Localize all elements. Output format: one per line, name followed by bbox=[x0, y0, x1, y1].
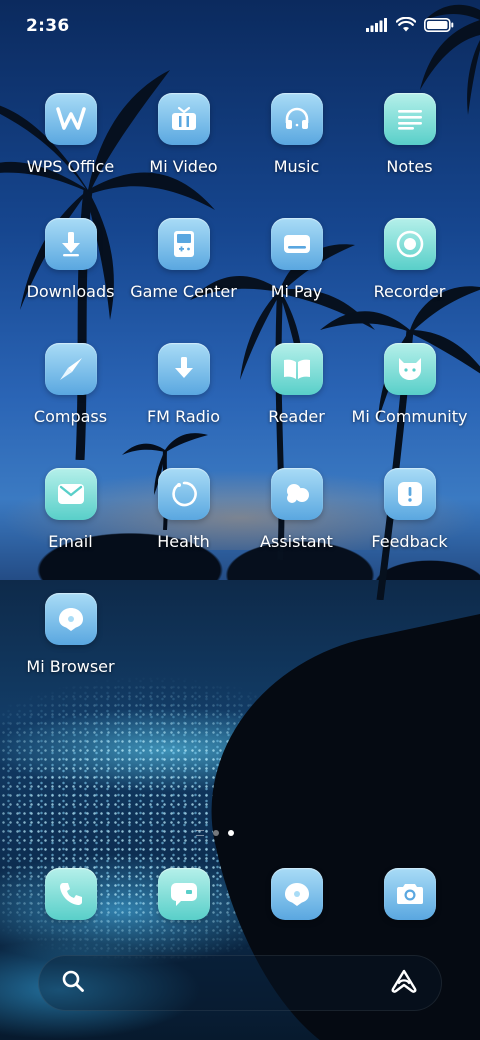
app-health[interactable]: Health bbox=[127, 468, 240, 568]
app-compass[interactable]: Compass bbox=[14, 343, 127, 443]
app-label: Mi Browser bbox=[26, 657, 115, 676]
app-wps-office[interactable]: WPS Office bbox=[14, 93, 127, 193]
camera-icon[interactable] bbox=[383, 868, 436, 920]
health-ring-icon[interactable] bbox=[157, 468, 210, 520]
page-indicator[interactable] bbox=[196, 830, 234, 836]
status-bar: 2:36 bbox=[0, 0, 480, 52]
app-label: Mi Pay bbox=[270, 282, 323, 301]
dock-camera[interactable] bbox=[353, 868, 466, 924]
community-icon[interactable] bbox=[383, 343, 436, 395]
app-grid: WPS Office Mi Video Music Notes Download… bbox=[0, 93, 480, 693]
app-label: Assistant bbox=[260, 532, 333, 551]
dock bbox=[0, 868, 480, 924]
status-icons bbox=[366, 16, 454, 36]
app-label: Game Center bbox=[130, 282, 237, 301]
browser-icon[interactable] bbox=[270, 868, 323, 920]
record-icon[interactable] bbox=[383, 218, 436, 270]
app-label: WPS Office bbox=[26, 157, 115, 176]
gamepad-icon[interactable] bbox=[157, 218, 210, 270]
dock-phone[interactable] bbox=[14, 868, 127, 924]
app-label: Email bbox=[48, 532, 93, 551]
app-label: Health bbox=[157, 532, 210, 551]
app-assistant[interactable]: Assistant bbox=[240, 468, 353, 568]
wps-office-icon[interactable] bbox=[44, 93, 97, 145]
mi-video-icon[interactable] bbox=[157, 93, 210, 145]
app-mi-browser[interactable]: Mi Browser bbox=[14, 593, 127, 693]
battery-icon bbox=[424, 17, 454, 36]
page-indicator-dot[interactable] bbox=[213, 830, 219, 836]
radio-icon[interactable] bbox=[157, 343, 210, 395]
page-indicator-dot-active[interactable] bbox=[228, 830, 234, 836]
app-reader[interactable]: Reader bbox=[240, 343, 353, 443]
app-mi-video[interactable]: Mi Video bbox=[127, 93, 240, 193]
status-time: 2:36 bbox=[26, 16, 70, 36]
phone-icon[interactable] bbox=[44, 868, 97, 920]
notes-icon[interactable] bbox=[383, 93, 436, 145]
app-label: Feedback bbox=[371, 532, 448, 551]
ai-assistant-icon[interactable] bbox=[389, 968, 419, 998]
envelope-icon[interactable] bbox=[44, 468, 97, 520]
app-notes[interactable]: Notes bbox=[353, 93, 466, 193]
app-downloads[interactable]: Downloads bbox=[14, 218, 127, 318]
app-game-center[interactable]: Game Center bbox=[127, 218, 240, 318]
app-label: Reader bbox=[268, 407, 325, 426]
dock-browser[interactable] bbox=[240, 868, 353, 924]
app-label: Notes bbox=[386, 157, 433, 176]
app-label: Music bbox=[273, 157, 320, 176]
compass-needle-icon[interactable] bbox=[44, 343, 97, 395]
page-indicator-feed[interactable] bbox=[196, 830, 204, 836]
app-label: Compass bbox=[33, 407, 108, 426]
book-icon[interactable] bbox=[270, 343, 323, 395]
card-icon[interactable] bbox=[270, 218, 323, 270]
app-music[interactable]: Music bbox=[240, 93, 353, 193]
app-email[interactable]: Email bbox=[14, 468, 127, 568]
wifi-icon bbox=[395, 16, 417, 36]
feedback-icon[interactable] bbox=[383, 468, 436, 520]
search-icon[interactable] bbox=[61, 969, 85, 997]
app-label: Recorder bbox=[373, 282, 446, 301]
app-mi-pay[interactable]: Mi Pay bbox=[240, 218, 353, 318]
dock-messaging[interactable] bbox=[127, 868, 240, 924]
headphones-icon[interactable] bbox=[270, 93, 323, 145]
app-label: FM Radio bbox=[146, 407, 221, 426]
signal-icon bbox=[366, 17, 388, 36]
app-feedback[interactable]: Feedback bbox=[353, 468, 466, 568]
browser-icon[interactable] bbox=[44, 593, 97, 645]
download-arrow-icon[interactable] bbox=[44, 218, 97, 270]
app-fm-radio[interactable]: FM Radio bbox=[127, 343, 240, 443]
app-recorder[interactable]: Recorder bbox=[353, 218, 466, 318]
search-bar[interactable] bbox=[38, 955, 442, 1011]
app-label: Downloads bbox=[26, 282, 115, 301]
app-label: Mi Community bbox=[351, 407, 468, 426]
app-label: Mi Video bbox=[149, 157, 218, 176]
app-mi-community[interactable]: Mi Community bbox=[351, 343, 468, 443]
message-icon[interactable] bbox=[157, 868, 210, 920]
assistant-cloud-icon[interactable] bbox=[270, 468, 323, 520]
